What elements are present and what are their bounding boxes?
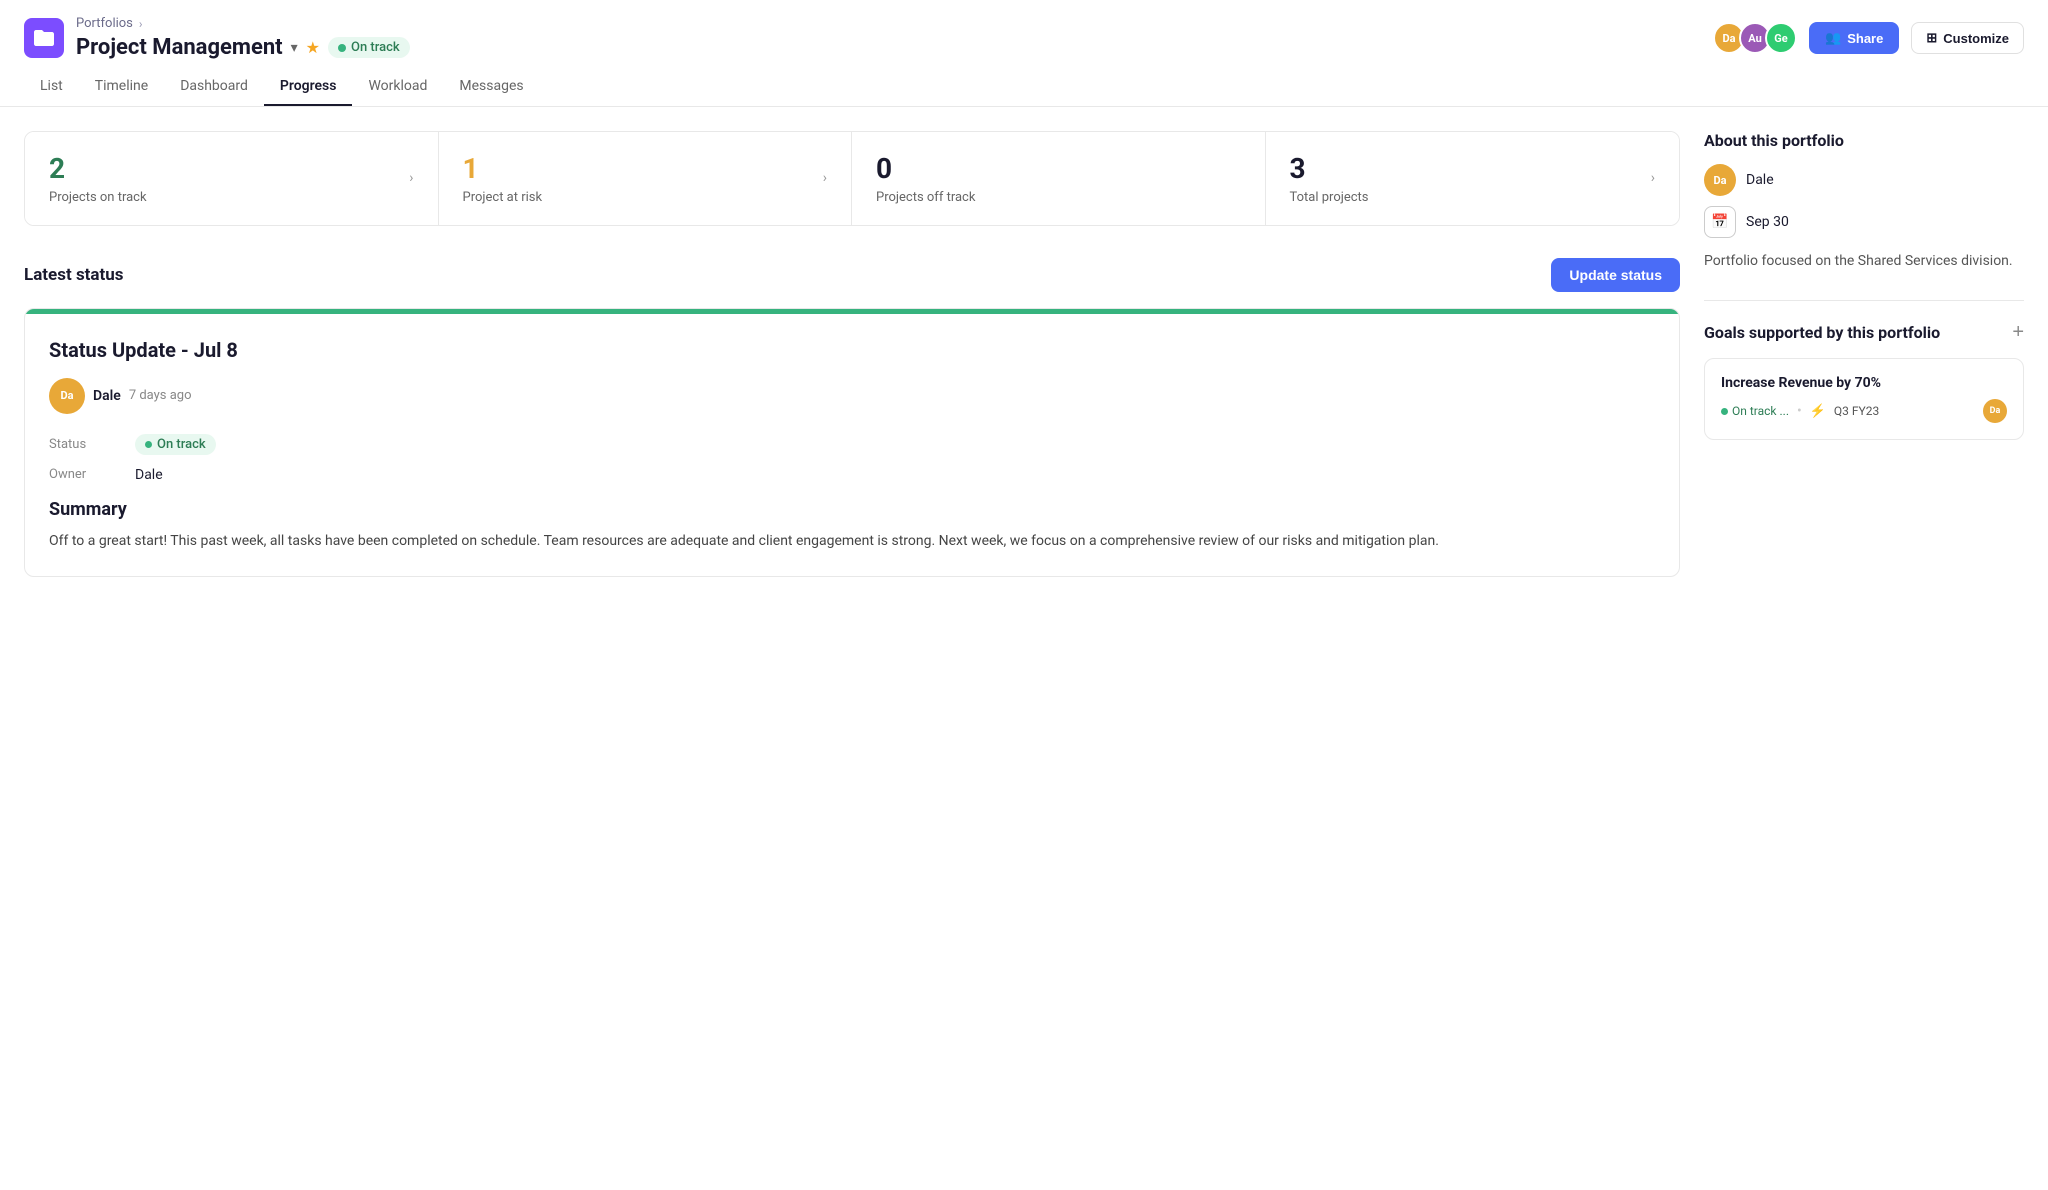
goals-section: Goals supported by this portfolio + Incr…: [1704, 321, 2024, 440]
status-pill: On track: [135, 434, 216, 455]
goals-header: Goals supported by this portfolio +: [1704, 321, 2024, 344]
about-date: Sep 30: [1746, 214, 1789, 230]
tab-dashboard[interactable]: Dashboard: [164, 68, 264, 106]
page-title: Project Management: [76, 35, 283, 60]
customize-icon: ⊞: [1926, 30, 1937, 46]
status-label: Status: [49, 437, 119, 452]
author-row: Da Dale 7 days ago: [49, 378, 1655, 414]
stat-on-track-label: Projects on track: [49, 190, 147, 205]
goal-avatar: Da: [1983, 399, 2007, 423]
breadcrumb-arrow: ›: [139, 17, 143, 31]
stat-total-arrow[interactable]: ›: [1651, 170, 1655, 186]
portfolio-folder-icon: [24, 18, 64, 58]
owner-detail-row: Owner Dale: [49, 467, 1655, 483]
status-detail-row: Status On track: [49, 434, 1655, 455]
author-time: 7 days ago: [129, 388, 192, 403]
share-icon: 👥: [1825, 30, 1841, 46]
status-badge[interactable]: On track: [328, 37, 410, 58]
tab-timeline[interactable]: Timeline: [79, 68, 164, 106]
update-status-button[interactable]: Update status: [1551, 258, 1680, 292]
nav-tabs: List Timeline Dashboard Progress Workloa…: [24, 68, 2024, 106]
goal-name: Increase Revenue by 70%: [1721, 375, 2007, 391]
stat-off-track-number: 0: [876, 152, 975, 186]
status-pill-dot-icon: [145, 441, 152, 448]
favorite-star-icon[interactable]: ★: [306, 38, 320, 57]
title-dropdown-icon[interactable]: ▾: [291, 40, 298, 56]
latest-status-title: Latest status: [24, 265, 124, 285]
owner-value: Dale: [135, 467, 163, 483]
author-name: Dale: [93, 388, 121, 404]
stat-total-number: 3: [1290, 152, 1369, 186]
stat-on-track-number: 2: [49, 152, 147, 186]
goal-lightning-icon: ⚡: [1810, 404, 1826, 419]
stat-at-risk[interactable]: 1 Project at risk ›: [439, 132, 853, 225]
tab-workload[interactable]: Workload: [352, 68, 443, 106]
header-actions: Da Au Ge 👥 Share ⊞ Customize: [1713, 22, 2024, 54]
tab-progress[interactable]: Progress: [264, 68, 353, 106]
about-owner-row: Da Dale: [1704, 164, 2024, 196]
about-title: About this portfolio: [1704, 131, 2024, 150]
stat-at-risk-arrow[interactable]: ›: [823, 170, 827, 186]
about-date-row: 📅 Sep 30: [1704, 206, 2024, 238]
latest-status-header: Latest status Update status: [24, 258, 1680, 292]
author-avatar: Da: [49, 378, 85, 414]
stat-at-risk-label: Project at risk: [463, 190, 543, 205]
divider: [1704, 300, 2024, 301]
summary-title: Summary: [49, 499, 1655, 520]
goal-status-dot-icon: [1721, 408, 1728, 415]
add-goal-button[interactable]: +: [2012, 321, 2024, 344]
stat-total[interactable]: 3 Total projects ›: [1266, 132, 1680, 225]
status-dot-icon: [338, 44, 346, 52]
stat-on-track[interactable]: 2 Projects on track ›: [25, 132, 439, 225]
status-card: Status Update - Jul 8 Da Dale 7 days ago…: [24, 308, 1680, 577]
about-section: About this portfolio Da Dale 📅 Sep 30 Po…: [1704, 131, 2024, 272]
customize-button[interactable]: ⊞ Customize: [1911, 22, 2024, 54]
tab-messages[interactable]: Messages: [443, 68, 539, 106]
stat-on-track-arrow[interactable]: ›: [409, 170, 413, 186]
stat-off-track-label: Projects off track: [876, 190, 975, 205]
goal-meta: On track ... • ⚡ Q3 FY23 Da: [1721, 399, 2007, 423]
share-button[interactable]: 👥 Share: [1809, 22, 1899, 54]
avatar-group: Da Au Ge: [1713, 22, 1797, 54]
stat-off-track: 0 Projects off track: [852, 132, 1266, 225]
stats-grid: 2 Projects on track › 1 Project at risk …: [24, 131, 1680, 226]
stat-at-risk-number: 1: [463, 152, 543, 186]
calendar-icon: 📅: [1704, 206, 1736, 238]
tab-list[interactable]: List: [24, 68, 79, 106]
goal-quarter: Q3 FY23: [1834, 404, 1879, 418]
summary-text: Off to a great start! This past week, al…: [49, 530, 1655, 552]
about-owner-avatar: Da: [1704, 164, 1736, 196]
breadcrumb: Portfolios ›: [76, 16, 410, 31]
about-description: Portfolio focused on the Shared Services…: [1704, 250, 2024, 272]
about-owner-name: Dale: [1746, 172, 1774, 188]
goal-card[interactable]: Increase Revenue by 70% On track ... • ⚡…: [1704, 358, 2024, 440]
avatar-ge[interactable]: Ge: [1765, 22, 1797, 54]
status-update-title: Status Update - Jul 8: [49, 338, 1655, 362]
owner-label: Owner: [49, 467, 119, 482]
goal-separator: •: [1797, 403, 1802, 419]
goals-title: Goals supported by this portfolio: [1704, 323, 1940, 342]
stat-total-label: Total projects: [1290, 190, 1369, 205]
goal-status: On track ...: [1721, 404, 1789, 418]
